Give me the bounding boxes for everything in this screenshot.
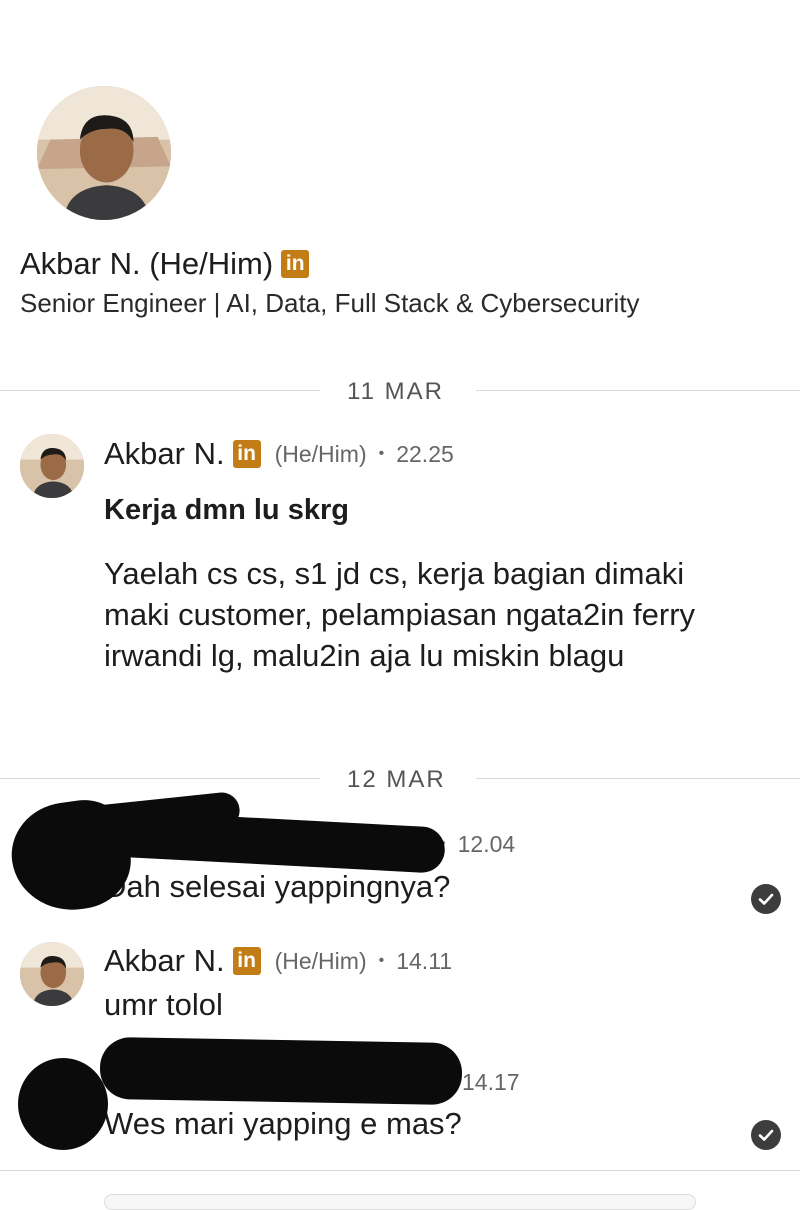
sender-avatar[interactable] [20,434,84,498]
check-circle-icon [751,884,781,914]
divider-line [0,390,320,391]
date-divider: 11 MAR [347,378,444,405]
date-divider: 12 MAR [347,766,446,793]
divider-line [476,778,800,779]
meta-separator: • [378,445,385,462]
divider-line [0,1170,800,1171]
message-compose-field[interactable] [104,1194,696,1210]
linkedin-icon: in [232,440,261,468]
profile-avatar[interactable] [37,86,171,220]
message-time: 22.25 [396,440,454,467]
message-time: 12.04 [457,830,516,857]
message-header: 14.17 [462,1064,520,1100]
profile-name: Akbar N. (He/Him) [20,246,274,281]
message-time: 14.11 [396,947,453,974]
message-text: Dah selesai yappingnya? [104,869,451,904]
sender-name[interactable]: Akbar N. [104,943,225,979]
sender-pronouns: (He/Him) [274,947,367,974]
message-text: Yaelah cs cs, s1 jd cs, kerja bagian dim… [104,556,696,673]
message-header: • 12.04 [440,826,515,862]
message-header: Akbar N. in (He/Him) • 14.11 [104,941,452,981]
sender-name[interactable]: Akbar N. [104,436,225,472]
message-text: umr tolol [104,987,223,1022]
linkedin-icon: in [281,250,310,278]
divider-line [476,390,800,391]
message-time: 14.17 [462,1068,520,1095]
meta-separator: • [378,952,385,969]
person-photo-icon [20,942,84,1006]
profile-name-row: Akbar N. (He/Him) in [20,244,310,284]
message-header: Akbar N. in (He/Him) • 22.25 [104,434,454,474]
sender-avatar[interactable] [20,942,84,1006]
check-circle-icon [751,1120,781,1150]
person-photo-icon [37,86,171,220]
message-text: Wes mari yapping e mas? [104,1106,462,1141]
redaction-scribble [18,1058,108,1150]
profile-headline: Senior Engineer | AI, Data, Full Stack &… [20,288,640,318]
redaction-scribble [99,1036,463,1106]
person-photo-icon [20,434,84,498]
linkedin-icon: in [232,947,261,975]
message-subject: Kerja dmn lu skrg [104,494,349,526]
divider-line [0,778,320,779]
sender-pronouns: (He/Him) [274,440,367,467]
